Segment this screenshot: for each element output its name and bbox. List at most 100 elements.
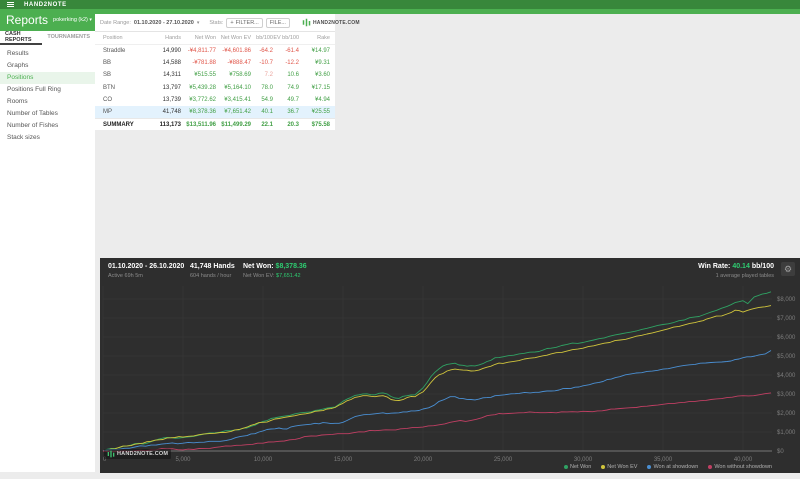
sidebar-item-positions[interactable]: Positions <box>0 72 95 84</box>
date-range-value[interactable]: 01.10.2020 - 27.10.2020 <box>134 20 194 26</box>
cell-hands: 14,990 <box>162 48 181 54</box>
table-row-bb[interactable]: BB 14,588 -¥781.88 -¥888.47 -10.7 -12.2 ¥9.31 <box>95 57 335 69</box>
app-title: HAND2NOTE <box>24 1 67 8</box>
column-header-ev-bb-100[interactable]: EV bb/100 <box>273 32 299 44</box>
cell-value: -61.4 <box>285 48 299 54</box>
legend-item-net-won[interactable]: Net Won <box>564 464 591 470</box>
column-header-net-won[interactable]: Net Won <box>181 32 216 44</box>
cell-value: $13,511.96 <box>186 122 216 129</box>
cell-value: $75.58 <box>311 122 330 129</box>
cell-value: 7.2 <box>264 72 273 79</box>
filter-button-label: FILTER... <box>235 19 259 26</box>
table-row-co[interactable]: CO 13,739 ¥3,772.62 ¥3,415.41 54.9 49.7 ¥4.94 <box>95 94 335 106</box>
file-button-label: FILE... <box>269 19 286 26</box>
net-won-ev-label: Net Won EV: <box>243 272 275 279</box>
column-header-bb-100[interactable]: bb/100 <box>251 32 273 44</box>
table-row-mp[interactable]: MP 41,748 ¥8,378.36 ¥7,651.42 40.1 36.7 ¥25.55 <box>95 105 335 119</box>
svg-text:5,000: 5,000 <box>175 457 191 463</box>
report-tabs: CASH REPORTS TOURNAMENTS <box>0 31 95 45</box>
cell-value: ¥3,772.62 <box>189 96 216 103</box>
legend-item-won-at-showdown[interactable]: Won at showdown <box>647 464 698 470</box>
cell-position: MP <box>103 108 112 115</box>
svg-text:$0: $0 <box>777 449 784 455</box>
graph-avg-tables: 1 average played tables <box>715 272 774 279</box>
sidebar-item-graphs[interactable]: Graphs <box>0 60 95 72</box>
cell-value: 74.9 <box>287 84 299 91</box>
sidebar-item-stack-sizes[interactable]: Stack sizes <box>0 132 95 144</box>
cell-hands: 14,311 <box>163 72 181 79</box>
graph-networn-block: Net Won: $8,378.36 Net Won EV: $7,651.42 <box>243 263 307 279</box>
account-name: pokerking (k2) <box>53 17 88 23</box>
svg-text:$5,000: $5,000 <box>777 354 796 360</box>
date-range-label: Date Range: <box>100 19 131 26</box>
sidebar-item-positions-full-ring[interactable]: Positions Full Ring <box>0 84 95 96</box>
cell-value: 10.6 <box>287 72 299 79</box>
cell-hands: 41,748 <box>162 108 181 115</box>
legend-label: Net Won <box>570 464 592 470</box>
win-rate-unit: bb/100 <box>751 263 774 270</box>
sidebar-item-rooms[interactable]: Rooms <box>0 96 95 108</box>
column-header-rake[interactable]: Rake <box>299 32 330 44</box>
equity-chart[interactable]: 0 5,000 10,000 15,000 20,000 25,000 30,000 35,0… <box>100 258 800 473</box>
chevron-down-icon: ▾ <box>89 17 92 23</box>
graph-date-block: 01.10.2020 - 26.10.2020 Active 69h 5m <box>108 263 184 279</box>
sidebar-item-number-of-tables[interactable]: Number of Tables <box>0 108 95 120</box>
cell-hands: 14,588 <box>162 60 181 67</box>
chevron-down-icon[interactable]: ▾ <box>197 20 200 26</box>
svg-text:10,000: 10,000 <box>254 457 273 463</box>
legend-label: Won at showdown <box>653 464 699 470</box>
cell-position: Straddle <box>103 48 126 54</box>
legend-item-won-without-showdown[interactable]: Won without showdown <box>708 464 772 470</box>
tab-cash-reports[interactable]: CASH REPORTS <box>0 31 43 45</box>
svg-text:35,000: 35,000 <box>654 457 673 463</box>
legend-dot-icon <box>647 465 652 469</box>
cell-hands: 13,739 <box>162 96 181 103</box>
hand2note-brand-link[interactable]: HAND2NOTE.COM <box>302 18 360 27</box>
cell-value: -10.7 <box>259 60 273 67</box>
column-header-hands[interactable]: Hands <box>150 32 181 44</box>
column-header-position[interactable]: Position <box>103 32 150 44</box>
graph-hands-block: 41,748 Hands 604 hands / hour <box>190 263 235 279</box>
table-row-summary[interactable]: SUMMARY 113,173 $13,511.96 $11,499.29 22.1 20… <box>95 118 335 131</box>
cell-position: SB <box>103 72 112 79</box>
svg-text:$6,000: $6,000 <box>777 335 796 341</box>
column-header-net-won-ev[interactable]: Net Won EV <box>216 32 251 44</box>
svg-text:15,000: 15,000 <box>334 457 353 463</box>
gear-icon[interactable]: ⚙ <box>781 262 795 276</box>
cell-hands: 113,173 <box>159 122 181 129</box>
toolbar: Date Range: 01.10.2020 - 27.10.2020 ▾ St… <box>95 14 360 32</box>
svg-text:40,000: 40,000 <box>734 457 753 463</box>
cell-value: 54.9 <box>261 96 273 103</box>
cell-value: $11,499.29 <box>221 122 251 129</box>
account-selector[interactable]: pokerking (k2) ▾ <box>53 17 92 23</box>
net-won-ev-value: $7,651.42 <box>276 272 301 279</box>
hamburger-menu-icon[interactable] <box>7 2 14 7</box>
cell-value: -64.2 <box>259 48 273 54</box>
filter-button[interactable]: + FILTER... <box>226 17 263 28</box>
table-row-sb[interactable]: SB 14,311 ¥515.55 ¥758.69 7.2 10.6 ¥3.60 <box>95 69 335 81</box>
cell-value: -12.2 <box>285 60 299 67</box>
tab-tournaments[interactable]: TOURNAMENTS <box>42 31 95 45</box>
file-button[interactable]: FILE... <box>265 17 290 28</box>
table-row-straddle[interactable]: Straddle 14,990 -¥4,811.77 -¥4,601.86 -64.2 -… <box>95 45 335 57</box>
table-row-btn[interactable]: BTN 13,797 ¥5,439.28 ¥5,164.10 78.0 74.9 ¥17.1… <box>95 82 335 94</box>
cell-value: ¥9.31 <box>314 60 330 67</box>
cell-value: 78.0 <box>261 84 273 91</box>
cell-value: ¥515.55 <box>194 72 216 79</box>
legend-item-net-won-ev[interactable]: Net Won EV <box>601 464 637 470</box>
cell-value: ¥5,164.10 <box>224 84 251 91</box>
svg-text:25,000: 25,000 <box>494 457 513 463</box>
page-title: Reports <box>6 13 49 27</box>
chart-watermark: HAND2NOTE.COM <box>104 449 172 459</box>
cell-value: ¥14.97 <box>311 48 330 54</box>
svg-text:$8,000: $8,000 <box>777 297 796 303</box>
watermark-text: HAND2NOTE.COM <box>117 451 169 457</box>
graph-win-rate: Win Rate: 40.14 bb/100 <box>698 263 774 270</box>
svg-text:20,000: 20,000 <box>414 457 433 463</box>
cell-value: ¥3,415.41 <box>224 96 251 103</box>
sidebar-item-results[interactable]: Results <box>0 48 95 60</box>
svg-text:$3,000: $3,000 <box>777 392 796 398</box>
sidebar-item-number-of-fishes[interactable]: Number of Fishes <box>0 120 95 132</box>
cell-value: 20.3 <box>287 122 299 129</box>
brand-text: HAND2NOTE.COM <box>312 19 360 26</box>
